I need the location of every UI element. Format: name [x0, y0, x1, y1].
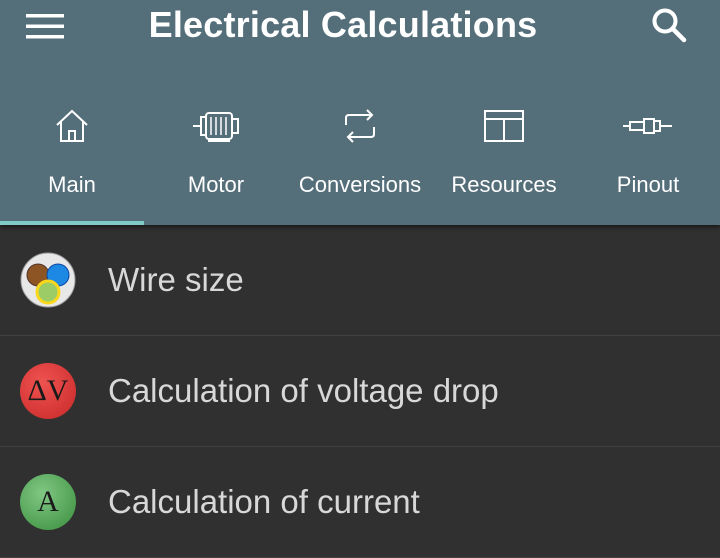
tab-pinout-label: Pinout: [616, 172, 680, 197]
tab-bar: Main Motor Conversions Resources Pinout: [0, 96, 720, 225]
tab-resources-label: Resources: [451, 172, 557, 197]
home-icon: [56, 109, 88, 142]
tab-conversions[interactable]: Conversions: [288, 96, 432, 225]
book-icon: [484, 110, 524, 142]
motor-icon: [193, 112, 239, 142]
calculation-list: Wire size ΔV Calculation of voltage drop…: [0, 225, 720, 558]
search-icon: [652, 8, 687, 43]
current-badge: A: [37, 485, 59, 518]
app-title: Electrical Calculations: [148, 4, 538, 45]
tab-motor[interactable]: Motor: [144, 96, 288, 225]
app-bar: Electrical Calculations Main Motor Conve…: [0, 0, 720, 225]
current-icon: A: [20, 474, 76, 530]
connector-icon: [623, 118, 672, 134]
list-item-voltage-drop[interactable]: ΔV Calculation of voltage drop: [0, 336, 720, 447]
list-item-current[interactable]: A Calculation of current: [0, 447, 720, 558]
tab-motor-label: Motor: [187, 172, 245, 197]
wire-colors-icon: [20, 252, 76, 308]
voltage-drop-badge: ΔV: [27, 374, 69, 407]
tab-main-label: Main: [48, 172, 96, 197]
current-label: Calculation of current: [108, 483, 420, 520]
wire-size-label: Wire size: [108, 261, 244, 298]
search-button[interactable]: [650, 6, 694, 46]
tab-main[interactable]: Main: [0, 96, 144, 225]
repeat-icon: [345, 109, 375, 143]
tab-conversions-label: Conversions: [298, 172, 422, 197]
voltage-drop-label: Calculation of voltage drop: [108, 372, 499, 409]
voltage-drop-icon: ΔV: [20, 363, 76, 419]
tab-resources[interactable]: Resources: [432, 96, 576, 225]
tab-pinout[interactable]: Pinout: [576, 96, 720, 225]
list-item-wire-size[interactable]: Wire size: [0, 225, 720, 336]
